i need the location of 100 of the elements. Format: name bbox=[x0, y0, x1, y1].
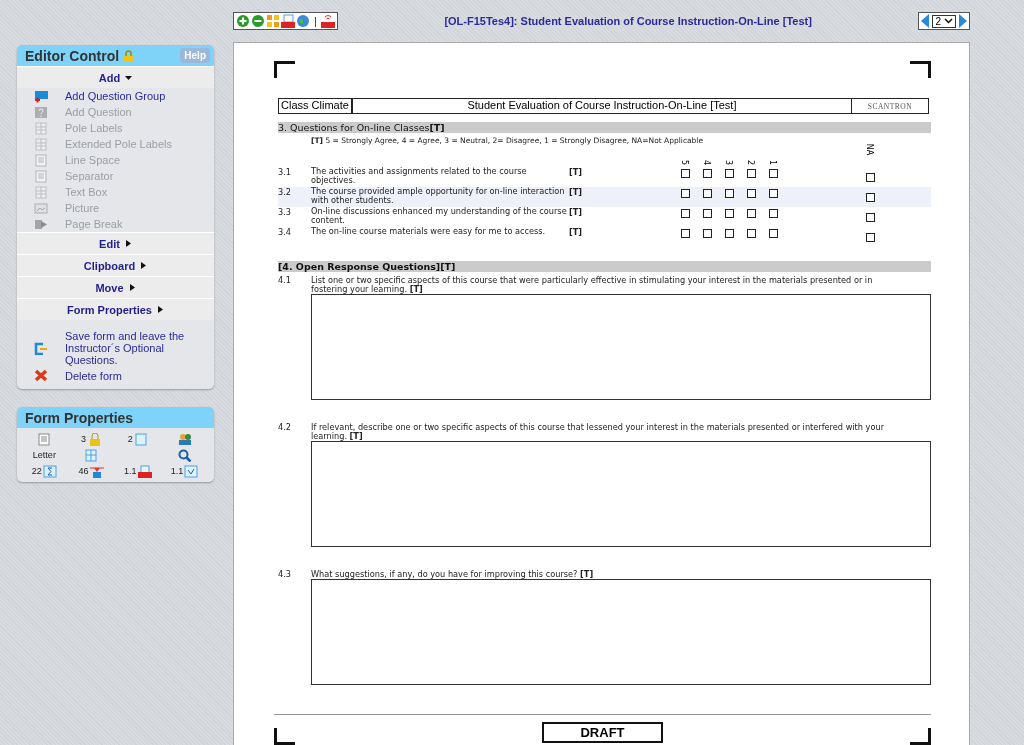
grid-icon bbox=[34, 138, 48, 151]
checkbox[interactable] bbox=[865, 232, 875, 242]
checkbox[interactable] bbox=[702, 169, 712, 178]
answer-box[interactable] bbox=[311, 294, 931, 400]
question-number: 3.4 bbox=[278, 227, 293, 239]
question-icon bbox=[34, 106, 48, 119]
exit-icon bbox=[34, 341, 48, 355]
question-number: 3.2 bbox=[278, 187, 293, 199]
menu-section-button[interactable]: Clipboard bbox=[17, 254, 214, 276]
checkbox[interactable] bbox=[724, 189, 734, 198]
action-link[interactable]: Delete form bbox=[17, 367, 214, 383]
property-value: Letter bbox=[32, 450, 56, 460]
add-icon[interactable] bbox=[236, 14, 250, 28]
folder-add-icon bbox=[34, 90, 48, 103]
corner-mark bbox=[274, 728, 295, 745]
property-value: 3 bbox=[81, 434, 87, 444]
document-icon bbox=[34, 170, 48, 183]
page-icon bbox=[133, 432, 148, 446]
checkbox[interactable] bbox=[680, 169, 690, 178]
corner-mark bbox=[274, 61, 295, 78]
question-text: List one or two specific aspects of this course that were particularly effective in stimulating your interest in the materials presented or in fostering your learning. [T] bbox=[311, 276, 874, 294]
checkbox[interactable] bbox=[865, 212, 875, 222]
pdf-icon[interactable] bbox=[281, 14, 295, 28]
question-text: The activities and assignments related to the course objectives. bbox=[311, 167, 528, 187]
checkbox[interactable] bbox=[724, 229, 734, 238]
page-select[interactable]: 2 bbox=[932, 14, 956, 28]
menu-section-button[interactable]: Form Properties bbox=[17, 298, 214, 320]
question-number: 4.1 bbox=[278, 276, 293, 287]
checkbox[interactable] bbox=[702, 229, 712, 238]
checkbox[interactable] bbox=[865, 172, 875, 182]
chevron-icon bbox=[944, 18, 953, 24]
section-heading: [4. Open Response Questions][T] bbox=[278, 261, 931, 272]
document-icon bbox=[34, 154, 48, 167]
arrow-icon bbox=[34, 218, 48, 231]
checkbox[interactable] bbox=[746, 209, 756, 218]
scale-label: 3 bbox=[724, 159, 734, 166]
question-number: 4.3 bbox=[278, 570, 293, 579]
header-title: Student Evaluation of Course Instruction-On-Line [Test] bbox=[466, 99, 738, 113]
checkbox-icon bbox=[184, 464, 199, 478]
checkbox[interactable] bbox=[768, 169, 778, 178]
scale-label: 5 bbox=[680, 159, 690, 166]
remove-icon[interactable] bbox=[251, 14, 265, 28]
panel-title: Editor Control bbox=[25, 47, 135, 64]
scale-label: 4 bbox=[702, 159, 712, 166]
header-label: Class Climate bbox=[279, 99, 353, 113]
menu-section-button[interactable]: Edit bbox=[17, 232, 214, 254]
menu-section-button[interactable]: Move bbox=[17, 276, 214, 298]
checkbox[interactable] bbox=[724, 169, 734, 178]
pdf-icon bbox=[137, 464, 152, 478]
checkbox[interactable] bbox=[680, 209, 690, 218]
caret-icon bbox=[125, 74, 133, 81]
question-tag: [T] bbox=[569, 227, 674, 247]
question-text: On-line discussions enhanced my understanding of the course content. bbox=[311, 207, 568, 227]
checkbox[interactable] bbox=[724, 209, 734, 218]
marker-icon bbox=[89, 464, 104, 478]
search-icon bbox=[177, 448, 192, 462]
caret-icon bbox=[140, 262, 148, 269]
checkbox[interactable] bbox=[768, 209, 778, 218]
next-icon[interactable] bbox=[958, 14, 967, 28]
checkbox[interactable] bbox=[746, 189, 756, 198]
globe-icon[interactable] bbox=[296, 14, 310, 28]
question-number: 3.1 bbox=[278, 167, 293, 179]
grid-icon bbox=[34, 122, 48, 135]
delete-icon bbox=[34, 369, 48, 382]
question-tag: [T] bbox=[569, 207, 674, 227]
menu-section-button[interactable]: Add bbox=[17, 66, 214, 88]
question-text: If relevant, describe one or two specific aspects of this course that lessened your interest in the materials presented or interfered with your learning. [T] bbox=[311, 423, 885, 441]
section-heading: 3. Questions for On-line Classes[T] bbox=[278, 122, 931, 133]
property-value: 2 bbox=[127, 434, 133, 444]
question-text: The on-line course materials were easy for me to access. bbox=[311, 227, 547, 238]
checkbox[interactable] bbox=[865, 192, 875, 202]
corner-mark bbox=[910, 728, 931, 745]
checkbox[interactable] bbox=[702, 189, 712, 198]
question-text: The course provided ample opportunity for on-line interaction with other students. bbox=[311, 187, 566, 207]
sum-icon bbox=[42, 464, 57, 478]
people-icon bbox=[177, 432, 192, 446]
checkbox[interactable] bbox=[768, 189, 778, 198]
previous-icon[interactable] bbox=[921, 14, 931, 28]
checkbox[interactable] bbox=[680, 229, 690, 238]
scale-label: NA bbox=[865, 143, 875, 156]
checkbox[interactable] bbox=[680, 189, 690, 198]
checkbox[interactable] bbox=[702, 209, 712, 218]
action-link[interactable]: Save form and leave the Instructor´s Optional Questions. bbox=[17, 328, 214, 367]
lock-icon bbox=[123, 49, 135, 62]
pdf-icon[interactable] bbox=[320, 14, 335, 28]
answer-box[interactable] bbox=[311, 579, 931, 685]
checkbox[interactable] bbox=[746, 169, 756, 178]
answer-box[interactable] bbox=[311, 441, 931, 547]
lock-icon bbox=[87, 432, 102, 446]
property-value: 1.1 bbox=[170, 466, 184, 476]
caret-icon bbox=[128, 284, 136, 291]
checkbox[interactable] bbox=[768, 229, 778, 238]
caret-icon bbox=[157, 306, 164, 313]
checkbox[interactable] bbox=[746, 229, 756, 238]
menu-item[interactable]: Add Question Group bbox=[17, 88, 214, 104]
property-value: 1.1 bbox=[124, 466, 137, 476]
grid-icon bbox=[34, 186, 48, 199]
scale-label: 2 bbox=[746, 159, 756, 166]
scale-label: 1 bbox=[768, 159, 778, 166]
corner-mark bbox=[910, 61, 931, 78]
